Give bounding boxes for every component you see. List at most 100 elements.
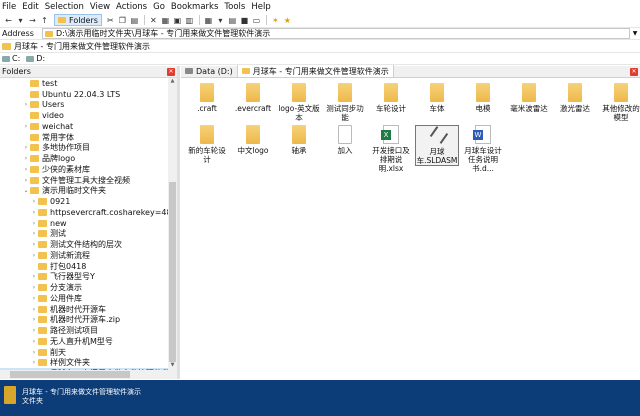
menu-actions[interactable]: Actions [116, 2, 147, 12]
chevron-right-icon[interactable]: › [30, 306, 38, 313]
panel-splitter[interactable] [177, 66, 180, 379]
back-arrow-icon[interactable]: ← [3, 14, 14, 26]
paste-icon[interactable]: ▤ [129, 14, 140, 26]
save-icon[interactable]: ■ [239, 14, 250, 26]
properties-icon[interactable]: ▦ [160, 14, 171, 26]
tree-item[interactable]: › new [0, 218, 170, 229]
tree-item[interactable]: video [0, 110, 170, 121]
chevron-right-icon[interactable]: › [22, 177, 30, 184]
menu-file[interactable]: File [2, 2, 16, 12]
drive-c[interactable]: C: [12, 54, 20, 63]
tab-data-drive[interactable]: Data (D:) [181, 65, 238, 77]
chevron-down-icon[interactable]: ⌄ [22, 187, 30, 194]
menu-selection[interactable]: Selection [45, 2, 84, 12]
chevron-right-icon[interactable]: › [30, 198, 38, 205]
tree-item[interactable]: › 削天 [0, 347, 170, 358]
tree-horizontal-scrollbar[interactable] [0, 370, 177, 379]
tree-item[interactable]: › weichat [0, 121, 170, 132]
file-item[interactable]: .craft [185, 83, 229, 113]
cut-icon[interactable]: ✂ [105, 14, 116, 26]
file-item[interactable]: 月球车设计任务说明书.d... [461, 125, 505, 173]
chevron-right-icon[interactable]: › [30, 209, 38, 216]
file-item[interactable]: 电模 [461, 83, 505, 113]
tree-item[interactable]: › httpsevercraft.cosharekey=48EA [0, 207, 170, 218]
chevron-right-icon[interactable]: › [30, 220, 38, 227]
tree-item[interactable]: › 多地协作项目 [0, 143, 170, 154]
chevron-right-icon[interactable]: › [30, 316, 38, 323]
chevron-down-icon[interactable]: ▾ [215, 14, 226, 26]
folders-button[interactable]: Folders [54, 14, 102, 26]
file-item[interactable]: 中文logo [231, 125, 275, 155]
menu-bookmarks[interactable]: Bookmarks [171, 2, 219, 12]
drive-d[interactable]: D: [36, 54, 45, 63]
chevron-down-icon[interactable]: ▼ [630, 30, 640, 37]
tree-item[interactable]: › 测试新流程 [0, 250, 170, 261]
tree-item[interactable]: › 测试文件结构的层次 [0, 239, 170, 250]
file-item[interactable]: 开发接口及排期说明.xlsx [369, 125, 413, 173]
file-item[interactable]: 月球车.SLDASM [415, 125, 459, 166]
tree-item[interactable]: › Users [0, 100, 170, 111]
chevron-right-icon[interactable]: › [30, 230, 38, 237]
chevron-right-icon[interactable]: › [30, 349, 38, 356]
chevron-right-icon[interactable]: › [30, 241, 38, 248]
tree-item[interactable]: › 样例文件夹 [0, 358, 170, 369]
scrollbar-thumb[interactable] [10, 371, 130, 378]
menu-tools[interactable]: Tools [224, 2, 245, 12]
chevron-right-icon[interactable]: › [30, 327, 38, 334]
chevron-right-icon[interactable]: › [22, 101, 30, 108]
chevron-right-icon[interactable]: › [30, 273, 38, 280]
star-icon[interactable]: ★ [282, 14, 293, 26]
tree-item[interactable]: › 文件管理工具大搜全视频 [0, 175, 170, 186]
chevron-right-icon[interactable]: › [30, 284, 38, 291]
chevron-down-icon[interactable]: ▾ [15, 14, 26, 26]
file-item[interactable]: 车体 [415, 83, 459, 113]
tree-item[interactable]: › 0921 [0, 196, 170, 207]
forward-arrow-icon[interactable]: → [27, 14, 38, 26]
tree-item[interactable]: Ubuntu 22.04.3 LTS [0, 89, 170, 100]
file-item[interactable]: .evercraft [231, 83, 275, 113]
scroll-up-icon[interactable]: ▲ [168, 78, 177, 86]
chevron-right-icon[interactable]: › [22, 123, 30, 130]
file-item[interactable]: 轴承 [277, 125, 321, 155]
chevron-right-icon[interactable]: › [22, 155, 30, 162]
chevron-right-icon[interactable]: › [22, 144, 30, 151]
chevron-right-icon[interactable]: › [30, 338, 38, 345]
delete-icon[interactable]: ✕ [148, 14, 159, 26]
menu-edit[interactable]: Edit [22, 2, 38, 12]
tree-vertical-scrollbar[interactable]: ▲ ▼ [168, 78, 177, 370]
preview-icon[interactable]: ▤ [227, 14, 238, 26]
up-arrow-icon[interactable]: ↑ [39, 14, 50, 26]
tree-item[interactable]: › 品牌logo [0, 153, 170, 164]
tree-item[interactable]: › 公用件库 [0, 293, 170, 304]
tree-item[interactable]: 常用字体 [0, 132, 170, 143]
chevron-right-icon[interactable]: › [30, 295, 38, 302]
menu-help[interactable]: Help [251, 2, 270, 12]
file-item[interactable]: 车轮设计 [369, 83, 413, 113]
file-item[interactable]: logo-英文版本 [277, 83, 321, 122]
tree-item[interactable]: test [0, 78, 170, 89]
favorite-link[interactable]: 月球车 - 专门用来做文件管理软件演示 [14, 41, 150, 52]
tree-item[interactable]: › 无人直升机M型号 [0, 336, 170, 347]
tree-item[interactable]: › 飞行器型号Y [0, 272, 170, 283]
tab-current-folder[interactable]: 月球车 - 专门用来做文件管理软件演示 [237, 65, 394, 77]
copy-icon[interactable]: ❐ [117, 14, 128, 26]
scroll-down-icon[interactable]: ▼ [168, 362, 177, 370]
tree-item[interactable]: › 少侠的素材库 [0, 164, 170, 175]
chevron-right-icon[interactable]: › [30, 359, 38, 366]
close-tab-icon[interactable]: ✕ [630, 68, 638, 76]
file-item[interactable]: 其他修改的模型 [599, 83, 640, 122]
view-mode-icon[interactable]: ▦ [203, 14, 214, 26]
file-item[interactable]: 测试同步功能 [323, 83, 367, 122]
new-folder-icon[interactable]: ▣ [172, 14, 183, 26]
add-bookmark-icon[interactable]: ✶ [270, 14, 281, 26]
file-item[interactable]: 毫米波雷达 [507, 83, 551, 113]
tree-item[interactable]: › 分支演示 [0, 282, 170, 293]
tree-item[interactable]: › 机器时代开源车 [0, 304, 170, 315]
tree-item[interactable]: ⌄ 演示用临时文件夹 [0, 186, 170, 197]
tree-item[interactable]: › 机器时代开源车.zip [0, 315, 170, 326]
chevron-right-icon[interactable]: › [30, 252, 38, 259]
rename-icon[interactable]: ▥ [184, 14, 195, 26]
chevron-right-icon[interactable]: › [22, 166, 30, 173]
screen-icon[interactable]: ▭ [251, 14, 262, 26]
tree-item[interactable]: 打包0418 [0, 261, 170, 272]
